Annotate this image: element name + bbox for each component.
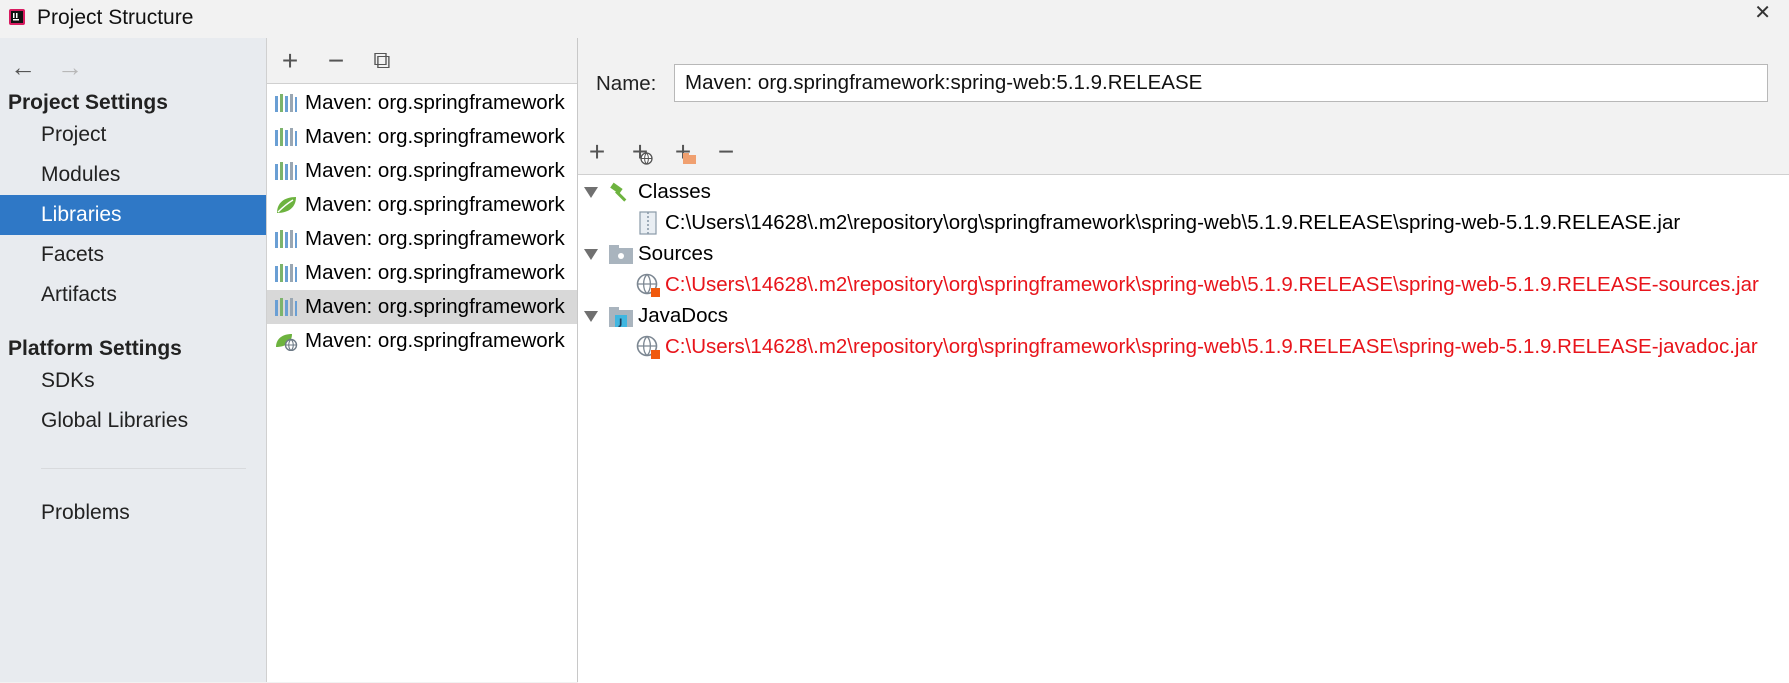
sidebar-item-sdks[interactable]: SDKs — [0, 361, 266, 401]
library-name: Maven: org.springframework — [305, 125, 565, 148]
library-detail-panel: Name: + + + − Classes — [578, 38, 1789, 683]
library-name: Maven: org.springframework — [305, 91, 565, 114]
platform-settings-header: Platform Settings — [8, 337, 182, 360]
spring-web-icon — [276, 334, 298, 351]
maven-library-icon — [275, 264, 297, 282]
add-root-button[interactable]: + — [580, 134, 614, 170]
library-name: Maven: org.springframework — [305, 193, 565, 216]
library-list-item[interactable]: Maven: org.springframework — [267, 256, 577, 290]
library-name: Maven: org.springframework — [305, 159, 565, 182]
javadocs-path: C:\Users\14628\.m2\repository\org\spring… — [665, 335, 1758, 358]
sidebar-divider — [41, 468, 246, 469]
settings-sidebar: ← → Project Settings Project Modules Lib… — [0, 38, 266, 682]
library-name: Maven: org.springframework — [305, 227, 565, 250]
hammer-icon — [610, 182, 627, 202]
expand-triangle-icon[interactable] — [584, 249, 598, 260]
globe-icon — [640, 152, 653, 165]
library-name: Maven: org.springframework — [305, 295, 565, 318]
close-window-button[interactable]: ✕ — [1754, 0, 1771, 25]
library-list-item[interactable]: Maven: org.springframework — [267, 324, 577, 358]
globe-missing-icon — [636, 273, 660, 297]
attach-url-button[interactable]: + — [623, 134, 657, 170]
library-list-item[interactable]: Maven: org.springframework — [267, 86, 577, 120]
library-list-item-selected[interactable]: Maven: org.springframework — [267, 290, 577, 324]
classes-label: Classes — [638, 180, 711, 203]
expand-triangle-icon[interactable] — [584, 187, 598, 198]
intellij-app-icon — [9, 9, 25, 25]
tree-node-javadocs[interactable]: J JavaDocs — [578, 299, 1178, 333]
library-list-panel: + − ⧉ Maven: org.springframework Maven: … — [266, 38, 578, 682]
sidebar-item-problems[interactable]: Problems — [0, 493, 266, 533]
sources-path: C:\Users\14628\.m2\repository\org\spring… — [665, 273, 1759, 296]
library-list-toolbar: + − ⧉ — [267, 38, 577, 84]
maven-library-icon — [275, 230, 297, 248]
classes-jar-path-row[interactable]: C:\Users\14628\.m2\repository\org\spring… — [578, 206, 1789, 240]
library-list-item[interactable]: Maven: org.springframework — [267, 154, 577, 188]
library-name: Maven: org.springframework — [305, 329, 565, 352]
exclude-root-button[interactable]: + — [666, 134, 700, 170]
library-list-item[interactable]: Maven: org.springframework — [267, 188, 577, 222]
expand-triangle-icon[interactable] — [584, 311, 598, 322]
library-list-item[interactable]: Maven: org.springframework — [267, 120, 577, 154]
spring-leaf-icon — [277, 197, 296, 213]
javadocs-path-row[interactable]: C:\Users\14628\.m2\repository\org\spring… — [578, 330, 1789, 364]
maven-library-icon — [275, 128, 297, 146]
maven-library-icon — [275, 162, 297, 180]
maven-library-icon — [275, 298, 297, 316]
globe-missing-icon — [636, 335, 660, 359]
sidebar-item-global-libraries[interactable]: Global Libraries — [0, 401, 266, 441]
window-title: Project Structure — [37, 6, 194, 29]
sources-folder-icon — [609, 245, 633, 264]
sources-label: Sources — [638, 242, 714, 265]
library-list-item[interactable]: Maven: org.springframework — [267, 222, 577, 256]
sidebar-item-facets[interactable]: Facets — [0, 235, 266, 275]
sidebar-item-modules[interactable]: Modules — [0, 155, 266, 195]
add-library-button[interactable]: + — [273, 44, 307, 78]
library-roots-tree: Classes C:\Users\14628\.m2\repository\or… — [578, 174, 1789, 683]
remove-library-button[interactable]: − — [319, 44, 353, 78]
library-name-input[interactable] — [674, 64, 1768, 102]
name-label: Name: — [596, 72, 657, 95]
tree-node-classes[interactable]: Classes — [578, 175, 1178, 209]
classes-path: C:\Users\14628\.m2\repository\org\spring… — [665, 211, 1681, 234]
orange-folder-icon — [683, 153, 696, 164]
copy-library-button[interactable]: ⧉ — [365, 44, 399, 78]
remove-root-button[interactable]: − — [709, 134, 743, 170]
back-arrow-icon[interactable]: ← — [8, 52, 38, 82]
sidebar-item-artifacts[interactable]: Artifacts — [0, 275, 266, 315]
sidebar-item-libraries[interactable]: Libraries — [0, 195, 266, 235]
sources-path-row[interactable]: C:\Users\14628\.m2\repository\org\spring… — [578, 268, 1789, 302]
forward-arrow-icon[interactable]: → — [55, 52, 85, 82]
title-bar: Project Structure ✕ — [0, 0, 1789, 38]
sidebar-item-project[interactable]: Project — [0, 115, 266, 155]
tree-node-sources[interactable]: Sources — [578, 237, 1178, 271]
library-name: Maven: org.springframework — [305, 261, 565, 284]
maven-library-icon — [275, 94, 297, 112]
jar-archive-icon — [639, 211, 657, 235]
javadocs-label: JavaDocs — [638, 304, 729, 327]
project-settings-header: Project Settings — [8, 91, 168, 114]
javadoc-folder-icon: J — [609, 307, 633, 328]
library-roots-toolbar: + + + − — [578, 134, 1789, 170]
svg-text:J: J — [618, 318, 622, 328]
